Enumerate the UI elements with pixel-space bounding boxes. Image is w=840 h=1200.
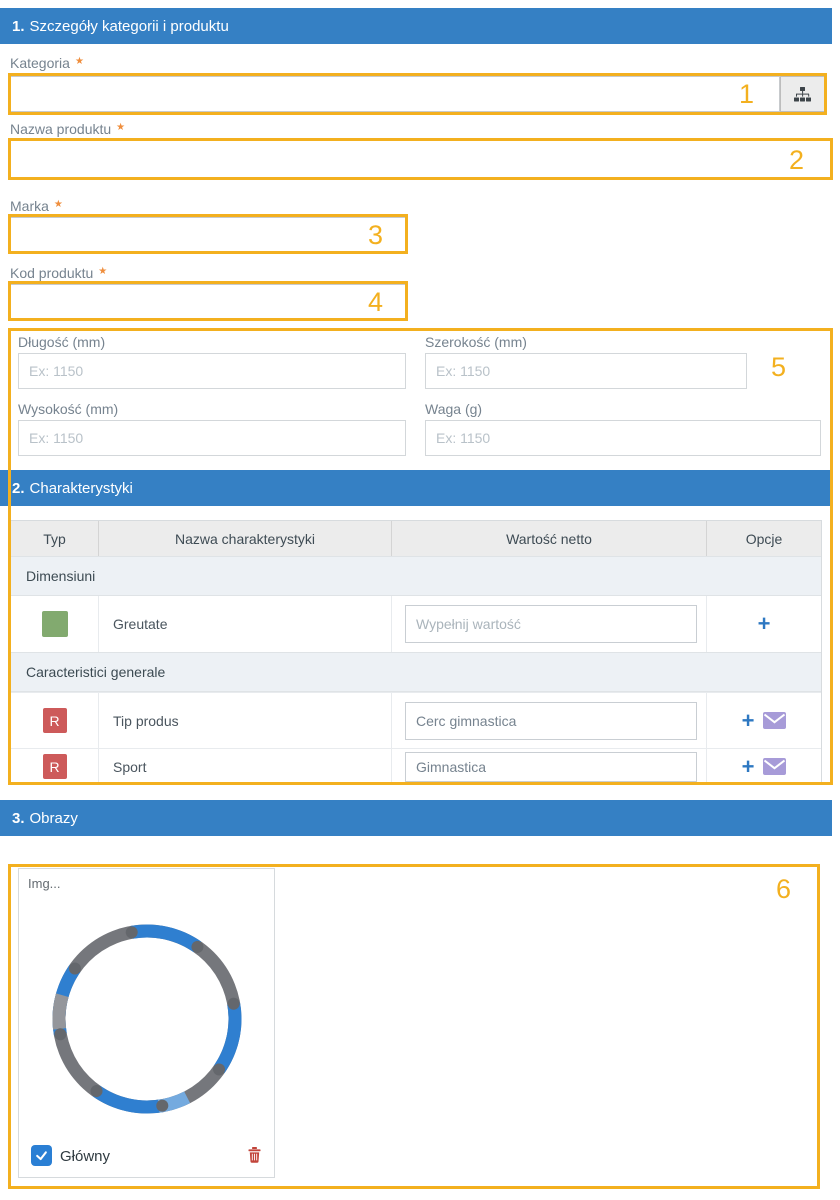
image-card-label: Img... [28, 876, 61, 891]
kategoria-input[interactable] [10, 76, 780, 112]
table-row: Greutate + [11, 596, 821, 652]
value-cell [392, 596, 707, 652]
nazwa-produktu-input[interactable] [10, 140, 831, 178]
dlugosc-label: Długość (mm) [18, 334, 105, 350]
envelope-icon[interactable] [763, 758, 786, 775]
characteristic-name: Tip produs [99, 693, 392, 748]
characteristics-table: Typ Nazwa charakterystyki Wartość netto … [10, 520, 822, 785]
szerokosc-input[interactable] [425, 353, 747, 389]
dlugosc-input[interactable] [18, 353, 406, 389]
waga-label: Waga (g) [425, 401, 482, 417]
check-icon [34, 1148, 49, 1163]
kod-produktu-input[interactable] [10, 284, 406, 319]
envelope-icon[interactable] [763, 712, 786, 729]
characteristic-name: Greutate [99, 596, 392, 652]
tip-produs-value-input[interactable] [405, 702, 697, 740]
section-number: 3. [12, 810, 25, 827]
group-row-dimensiuni: Dimensiuni [11, 556, 821, 596]
hula-hoop-product-image [47, 919, 247, 1119]
szerokosc-label: Szerokość (mm) [425, 334, 527, 350]
section-title: Szczegóły kategorii i produktu [30, 18, 229, 35]
main-image-checkbox-label: Główny [60, 1148, 110, 1165]
characteristic-name: Sport [99, 749, 392, 784]
delete-image-button[interactable] [248, 1147, 261, 1163]
section-number: 2. [12, 480, 25, 497]
value-cell [392, 749, 707, 784]
trash-icon [248, 1147, 261, 1163]
value-cell [392, 693, 707, 748]
required-star-icon: ★ [75, 56, 84, 67]
image-card-footer: Główny [19, 1137, 274, 1177]
waga-input[interactable] [425, 420, 821, 456]
section-header-1: 1. Szczegóły kategorii i produktu [0, 8, 832, 44]
marka-label: Marka★ [10, 198, 63, 214]
kod-produktu-label: Kod produktu★ [10, 265, 107, 281]
column-header-opcje: Opcje [707, 521, 821, 556]
section-number: 1. [12, 18, 25, 35]
wysokosc-label: Wysokość (mm) [18, 401, 118, 417]
filled-type-icon [42, 611, 68, 637]
add-value-icon[interactable]: + [742, 710, 755, 732]
greutate-value-input[interactable] [405, 605, 697, 643]
type-cell: R [11, 693, 99, 748]
image-card: Img... Główny [18, 868, 275, 1178]
table-row: R Sport + [11, 748, 821, 784]
section-title: Obrazy [30, 810, 78, 827]
sitemap-icon [794, 87, 811, 102]
group-row-caracteristici-generale: Caracteristici generale [11, 652, 821, 692]
main-image-checkbox[interactable] [31, 1145, 52, 1166]
nazwa-produktu-label: Nazwa produktu★ [10, 121, 125, 137]
required-star-icon: ★ [116, 122, 125, 133]
column-header-typ: Typ [11, 521, 99, 556]
section-header-2: 2. Charakterystyki [0, 470, 832, 506]
type-cell [11, 596, 99, 652]
kategoria-label: Kategoria★ [10, 55, 84, 71]
column-header-nazwa: Nazwa charakterystyki [99, 521, 392, 556]
wysokosc-input[interactable] [18, 420, 406, 456]
table-header-row: Typ Nazwa charakterystyki Wartość netto … [11, 521, 821, 556]
annotation-number: 5 [771, 353, 786, 383]
column-header-wartosc: Wartość netto [392, 521, 707, 556]
annotation-number: 6 [776, 875, 791, 905]
section-title: Charakterystyki [30, 480, 133, 497]
type-cell: R [11, 749, 99, 784]
required-star-icon: ★ [54, 199, 63, 210]
add-value-icon[interactable]: + [758, 613, 771, 635]
table-row: R Tip produs + [11, 692, 821, 748]
options-cell: + [707, 693, 821, 748]
options-cell: + [707, 749, 821, 784]
add-value-icon[interactable]: + [742, 756, 755, 778]
section-header-3: 3. Obrazy [0, 800, 832, 836]
sport-value-input[interactable] [405, 752, 697, 782]
options-cell: + [707, 596, 821, 652]
marka-input[interactable] [10, 217, 406, 252]
required-star-icon: ★ [98, 266, 107, 277]
category-tree-button[interactable] [780, 76, 825, 112]
restricted-type-badge: R [43, 708, 67, 733]
restricted-type-badge: R [43, 754, 67, 779]
